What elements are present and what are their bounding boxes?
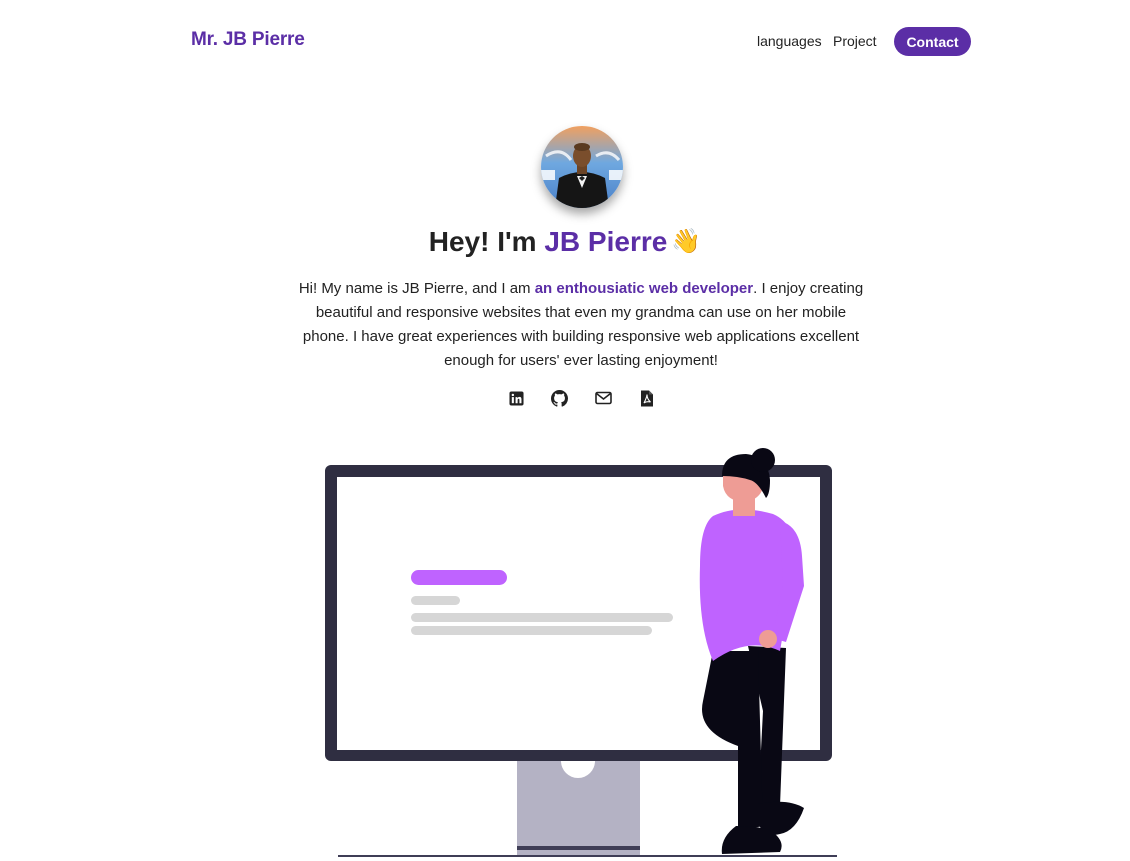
hero-title-name: JB Pierre <box>544 226 668 257</box>
developer-illustration <box>325 448 837 857</box>
social-links <box>505 388 661 408</box>
screen-heading-bar <box>411 570 507 585</box>
site-logo[interactable]: Mr. JB Pierre <box>191 29 305 51</box>
floor-line <box>338 855 837 857</box>
mail-icon[interactable] <box>592 388 614 408</box>
linkedin-icon[interactable] <box>505 388 527 408</box>
nav-link-project[interactable]: Project <box>833 33 877 49</box>
avatar-photo <box>541 126 623 208</box>
bio-highlight: an enthousiatic web developer <box>534 280 754 297</box>
hero-title-prefix: Hey! I'm <box>428 226 545 257</box>
contact-button[interactable]: Contact <box>894 27 971 56</box>
portfolio-page: Mr. JB Pierre languages Project Contact <box>0 0 1130 861</box>
github-icon[interactable] <box>548 388 570 408</box>
hero-title: Hey! I'm JB Pierre 👋 <box>0 226 1130 258</box>
pdf-icon[interactable] <box>636 388 658 408</box>
hero-bio: Hi! My name is JB Pierre, and I am an en… <box>298 277 864 373</box>
avatar <box>541 126 623 208</box>
nav-link-languages[interactable]: languages <box>757 33 822 49</box>
waving-hand-icon: 👋 <box>671 228 702 255</box>
bio-text-start: Hi! My name is JB Pierre, and I am <box>298 280 535 297</box>
